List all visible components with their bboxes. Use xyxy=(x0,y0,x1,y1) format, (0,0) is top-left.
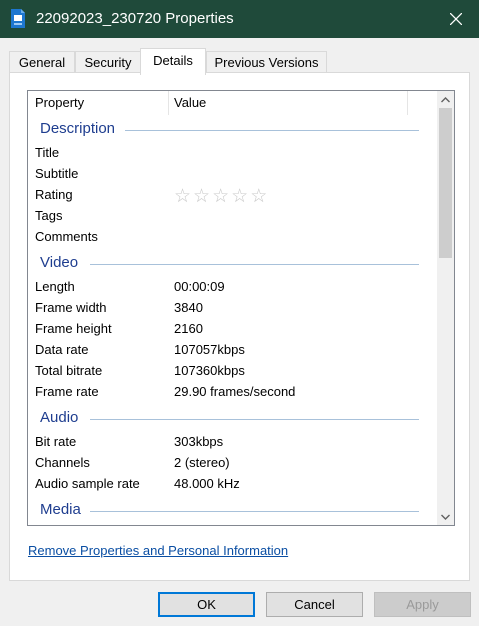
property-name: Frame width xyxy=(35,300,107,315)
property-name: Subtitle xyxy=(35,166,79,181)
group-divider xyxy=(90,511,419,512)
property-name: Channels xyxy=(35,455,90,470)
table-row[interactable]: Channels 2 (stereo) xyxy=(28,452,436,473)
property-name: Length xyxy=(35,279,75,294)
table-row[interactable]: Comments xyxy=(28,226,436,247)
column-divider xyxy=(407,91,408,115)
table-row[interactable]: Tags xyxy=(28,205,436,226)
ok-button[interactable]: OK xyxy=(158,592,255,617)
column-divider xyxy=(168,91,169,115)
list-header: Property Value xyxy=(28,91,436,115)
properties-list[interactable]: Property Value Description Title Subtitl… xyxy=(27,90,455,526)
property-column-header[interactable]: Property xyxy=(35,95,84,110)
table-row[interactable]: Frame rate 29.90 frames/second xyxy=(28,381,436,402)
property-value: 48.000 kHz xyxy=(174,476,240,491)
close-button[interactable] xyxy=(433,0,479,38)
group-divider xyxy=(125,130,419,131)
tab-details[interactable]: Details xyxy=(140,48,206,75)
group-video: Video xyxy=(28,252,436,274)
group-heading: Description xyxy=(40,120,116,137)
scroll-down-button[interactable] xyxy=(437,508,454,525)
property-value: 2 (stereo) xyxy=(174,455,230,470)
apply-button[interactable]: Apply xyxy=(374,592,471,617)
star-icon[interactable]: ☆ xyxy=(174,186,193,207)
chevron-up-icon xyxy=(441,96,450,102)
table-row[interactable]: Title xyxy=(28,142,436,163)
details-panel: Property Value Description Title Subtitl… xyxy=(9,72,470,581)
star-icon[interactable]: ☆ xyxy=(193,186,212,207)
property-name: Frame rate xyxy=(35,384,99,399)
group-audio: Audio xyxy=(28,407,436,429)
property-name: Audio sample rate xyxy=(35,476,140,491)
property-value: 303kbps xyxy=(174,434,224,449)
group-description: Description xyxy=(28,118,436,140)
property-value: 107360kbps xyxy=(174,363,245,378)
group-heading: Media xyxy=(40,501,81,518)
vertical-scrollbar[interactable] xyxy=(437,91,454,525)
video-file-icon xyxy=(11,9,25,28)
window-title: 22092023_230720 Properties xyxy=(36,10,234,27)
scroll-up-button[interactable] xyxy=(437,91,454,108)
property-name: Bit rate xyxy=(35,434,77,449)
property-value: 29.90 frames/second xyxy=(174,384,296,399)
table-row[interactable]: Bit rate 303kbps xyxy=(28,431,436,452)
table-row[interactable]: Audio sample rate 48.000 kHz xyxy=(28,473,436,494)
tab-security[interactable]: Security xyxy=(75,51,141,73)
table-row[interactable]: Total bitrate 107360kbps xyxy=(28,360,436,381)
property-name: Total bitrate xyxy=(35,363,103,378)
table-row[interactable]: Length 00:00:09 xyxy=(28,276,436,297)
property-value: 00:00:09 xyxy=(174,279,225,294)
property-name: Tags xyxy=(35,208,63,223)
group-divider xyxy=(90,419,419,420)
close-icon xyxy=(450,13,462,25)
group-heading: Video xyxy=(40,254,79,271)
property-name: Rating xyxy=(35,187,73,202)
property-value: 107057kbps xyxy=(174,342,245,357)
scrollbar-thumb[interactable] xyxy=(439,108,452,258)
table-row[interactable]: Data rate 107057kbps xyxy=(28,339,436,360)
star-icon[interactable]: ☆ xyxy=(250,186,269,207)
group-media: Media xyxy=(28,499,436,521)
cancel-button[interactable]: Cancel xyxy=(266,592,363,617)
table-row[interactable]: Frame width 3840 xyxy=(28,297,436,318)
table-row[interactable]: Frame height 2160 xyxy=(28,318,436,339)
property-name: Data rate xyxy=(35,342,89,357)
chevron-down-icon xyxy=(441,514,450,520)
table-row[interactable]: Rating ☆☆☆☆☆ xyxy=(28,184,436,207)
star-icon[interactable]: ☆ xyxy=(231,186,250,207)
property-value: 3840 xyxy=(174,300,203,315)
value-column-header[interactable]: Value xyxy=(174,95,206,110)
property-name: Frame height xyxy=(35,321,112,336)
group-divider xyxy=(90,264,419,265)
star-icon[interactable]: ☆ xyxy=(212,186,231,207)
tab-general[interactable]: General xyxy=(9,51,75,73)
property-name: Comments xyxy=(35,229,98,244)
tab-previous-versions[interactable]: Previous Versions xyxy=(206,51,327,73)
remove-properties-link[interactable]: Remove Properties and Personal Informati… xyxy=(28,543,288,558)
title-bar: 22092023_230720 Properties xyxy=(0,0,479,38)
property-name: Title xyxy=(35,145,60,160)
property-value: 2160 xyxy=(174,321,203,336)
group-heading: Audio xyxy=(40,409,79,426)
table-row[interactable]: Subtitle xyxy=(28,163,436,184)
